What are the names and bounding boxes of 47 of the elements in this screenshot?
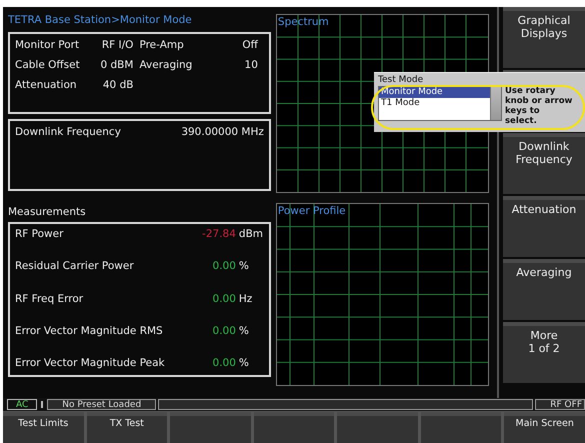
setting-value: 10 [244, 59, 258, 71]
measurement-unit: % [238, 324, 250, 337]
setting-value: 0 dBM [100, 59, 134, 71]
measurement-label: Error Vector Magnitude RMS [15, 324, 163, 337]
measurement-unit: % [238, 357, 250, 369]
measurement-label: RF Power [15, 228, 64, 240]
measurement-value: -27.84 [202, 228, 236, 240]
mode-list[interactable]: Monitor Mode T1 Mode [378, 86, 502, 121]
measurement-unit: % [238, 260, 250, 272]
setting-label: Cable Offset [15, 59, 80, 71]
rf-status: RF OFF [535, 399, 585, 410]
popup-title: Test Mode [378, 75, 424, 85]
frequency-label: Downlink Frequency [15, 126, 121, 138]
setting-label: Monitor Port [15, 39, 80, 51]
measurement-value: 0.00 [212, 357, 236, 369]
function-key[interactable]: TX Test [86, 412, 168, 443]
softkey[interactable]: Averaging [503, 259, 585, 320]
measurements-title: Measurements [8, 206, 87, 218]
setting-label: Attenuation [15, 79, 77, 91]
measurement-value: 0.00 [212, 324, 236, 337]
measurement-value: 0.00 [212, 292, 236, 304]
measurement-label: Error Vector Magnitude Peak [15, 357, 165, 369]
function-key[interactable]: Test Limits [3, 412, 84, 443]
measurement-unit: dBm [238, 228, 261, 240]
chart-title: Power Profile [278, 205, 346, 217]
measurement-unit: Hz [238, 292, 254, 304]
setting-label: Averaging [139, 59, 192, 71]
setting-value: 40 dB [102, 79, 134, 91]
softkey[interactable]: Graphical Displays [503, 7, 585, 68]
measurement-label: RF Freq Error [15, 292, 84, 304]
setting-label: Pre-Amp [139, 39, 184, 51]
hint-text: Use rotary knob or arrow keys to select. [505, 86, 573, 126]
screen-title: TETRA Base Station>Monitor Mode [8, 14, 193, 26]
softkey[interactable]: Downlink Frequency [503, 133, 585, 194]
measurement-label: Residual Carrier Power [15, 260, 134, 272]
softkey[interactable]: More 1 of 2 [503, 322, 585, 383]
preset-status: No Preset Loaded [47, 399, 156, 410]
power-indicator: AC [7, 399, 38, 410]
frequency-value: 390.00000 MHz [181, 126, 264, 138]
measurement-value: 0.00 [212, 260, 236, 272]
setting-value: Off [242, 39, 258, 51]
mode-option[interactable]: Monitor Mode [379, 87, 490, 98]
softkey[interactable]: Attenuation [503, 196, 585, 257]
setting-value: RF I/O [102, 39, 134, 51]
function-key[interactable]: Main Screen [504, 412, 585, 443]
mode-option[interactable]: T1 Mode [379, 98, 490, 109]
chart-title: Spectrum [278, 16, 329, 28]
